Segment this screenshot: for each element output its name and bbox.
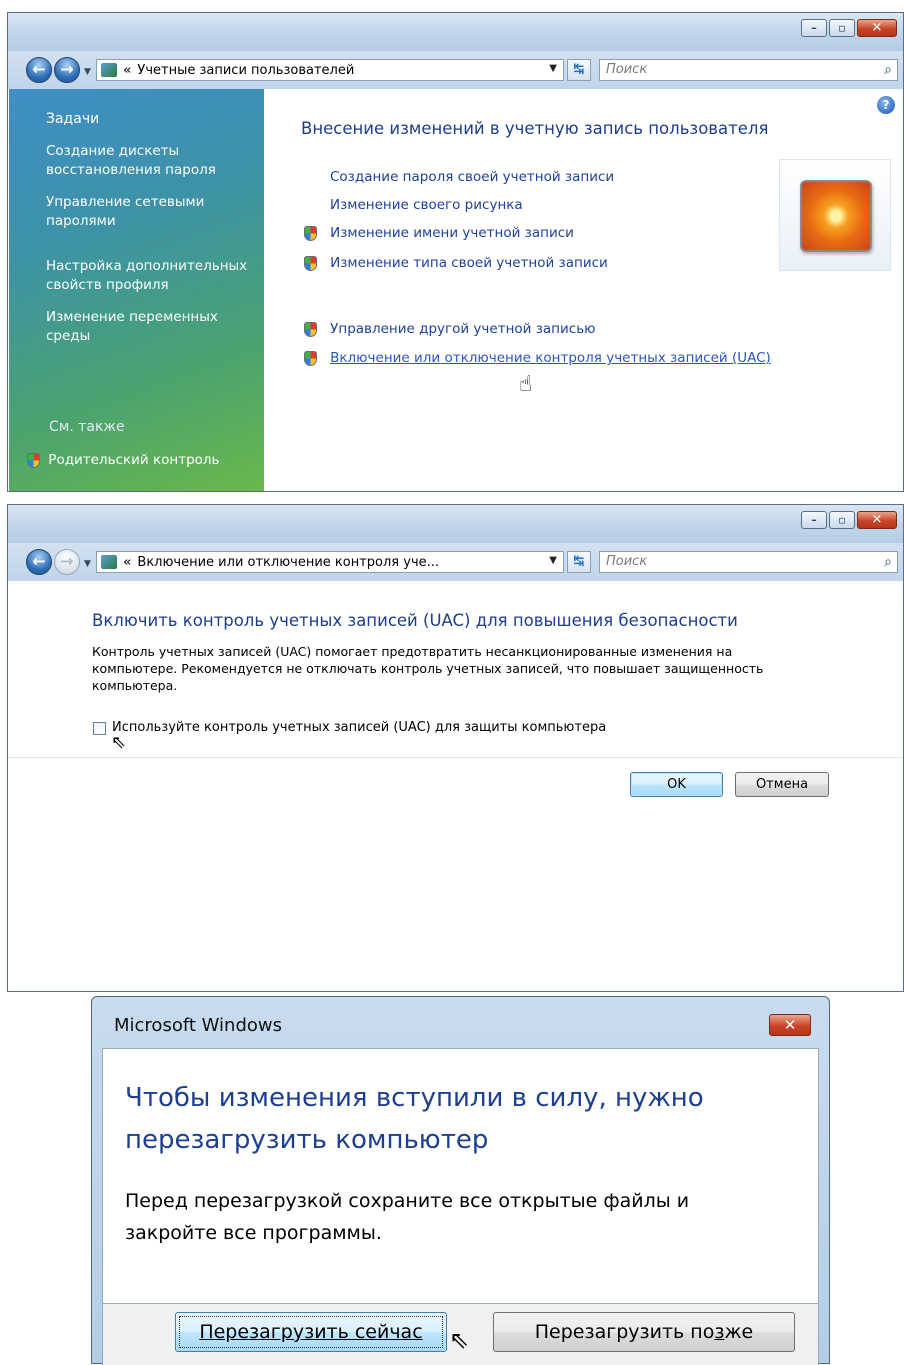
close-icon: ✕	[871, 512, 883, 528]
sidebar-task-environment-variables[interactable]: Изменение переменных среды	[46, 308, 231, 346]
forward-button[interactable]: →	[54, 549, 80, 575]
title-bar[interactable]: – ▫ ✕	[8, 505, 903, 543]
address-bar[interactable]: « Включение или отключение контроля уче.…	[96, 551, 564, 573]
user-accounts-window: – ▫ ✕ ← → ▼ « Учетные записи пользовател…	[7, 12, 904, 492]
hand-cursor-icon: ☝	[519, 372, 533, 397]
back-button[interactable]: ←	[26, 57, 52, 83]
uac-shield-icon	[304, 256, 317, 271]
maximize-icon: ▫	[838, 21, 846, 35]
dialog-body: Чтобы изменения вступили в силу, нужно п…	[102, 1048, 819, 1304]
forward-arrow-icon: →	[60, 551, 74, 571]
close-button[interactable]: ✕	[769, 1014, 811, 1036]
search-icon[interactable]: ⌕	[884, 552, 892, 572]
tasks-heading: Задачи	[46, 111, 100, 127]
recent-pages-dropdown-icon[interactable]: ▼	[84, 559, 91, 569]
restart-dialog: Microsoft Windows ✕ Чтобы изменения всту…	[91, 996, 830, 1365]
uac-shield-icon	[304, 351, 317, 366]
close-button[interactable]: ✕	[857, 511, 897, 529]
sidebar-task-profile-properties[interactable]: Настройка дополнительных свойств профиля	[46, 257, 261, 295]
uac-settings-window: – ▫ ✕ ← → ▼ « Включение или отключение к…	[7, 504, 904, 992]
link-change-name[interactable]: Изменение имени учетной записи	[330, 225, 574, 241]
uac-shield-icon	[27, 452, 40, 468]
link-row-change-type: Изменение типа своей учетной записи	[304, 255, 608, 271]
see-also-heading: См. также	[49, 419, 125, 435]
dialog-title: Microsoft Windows	[114, 1015, 282, 1036]
minimize-button[interactable]: –	[801, 19, 827, 37]
refresh-button[interactable]: ↹	[567, 551, 591, 573]
help-icon[interactable]: ?	[877, 96, 895, 114]
window-controls: – ▫ ✕	[801, 511, 897, 529]
page-title: Включить контроль учетных записей (UAC) …	[92, 611, 738, 630]
title-bar[interactable]: – ▫ ✕	[8, 13, 903, 51]
refresh-icon: ↹	[573, 554, 585, 569]
divider	[8, 757, 903, 758]
maximize-button[interactable]: ▫	[829, 19, 855, 37]
arrow-cursor-icon: ⇖	[449, 1326, 470, 1354]
search-icon[interactable]: ⌕	[884, 60, 892, 80]
address-bar[interactable]: « Учетные записи пользователей ▼	[96, 59, 564, 81]
user-accounts-icon	[101, 555, 117, 569]
back-arrow-icon: ←	[32, 59, 46, 79]
content-text: Перед перезагрузкой сохраните все открыт…	[125, 1190, 690, 1244]
search-input[interactable]: Поиск ⌕	[599, 551, 898, 573]
link-toggle-uac[interactable]: Включение или отключение контроля учетны…	[330, 350, 771, 366]
restart-now-button[interactable]: Перезагрузить сейчас	[175, 1312, 447, 1352]
recent-pages-dropdown-icon[interactable]: ▼	[84, 67, 91, 77]
refresh-button[interactable]: ↹	[567, 59, 591, 81]
address-text: Включение или отключение контроля уче...	[137, 554, 440, 570]
minimize-icon: –	[811, 21, 817, 35]
uac-checkbox[interactable]	[93, 722, 106, 735]
navigation-bar: ← → ▼ « Учетные записи пользователей ▼ ↹…	[8, 51, 903, 89]
cancel-button[interactable]: Отмена	[735, 772, 829, 797]
arrow-cursor-icon: ⇖	[111, 732, 127, 753]
navigation-bar: ← → ▼ « Включение или отключение контрол…	[8, 543, 903, 581]
address-text: Учетные записи пользователей	[137, 62, 355, 78]
breadcrumb-overflow-icon[interactable]: «	[123, 63, 131, 78]
window-controls: – ▫ ✕	[801, 19, 897, 37]
address-dropdown-icon[interactable]: ▼	[549, 63, 557, 74]
sidebar-task-password-reset-disk[interactable]: Создание дискеты восстановления пароля	[46, 142, 236, 180]
close-button[interactable]: ✕	[857, 19, 897, 37]
uac-shield-icon	[304, 226, 317, 241]
refresh-icon: ↹	[573, 62, 585, 77]
link-change-account-type[interactable]: Изменение типа своей учетной записи	[330, 255, 608, 271]
sidebar-task-network-passwords[interactable]: Управление сетевыми паролями	[46, 193, 216, 231]
close-icon: ✕	[783, 1016, 797, 1034]
link-row-toggle-uac: Включение или отключение контроля учетны…	[304, 350, 771, 366]
link-row-change-name: Изменение имени учетной записи	[304, 225, 574, 241]
breadcrumb-overflow-icon[interactable]: «	[123, 555, 131, 570]
account-picture-frame	[779, 159, 891, 271]
maximize-icon: ▫	[838, 513, 846, 527]
minimize-button[interactable]: –	[801, 511, 827, 529]
focus-rectangle	[179, 1316, 443, 1348]
minimize-icon: –	[811, 513, 817, 527]
description-text: Контроль учетных записей (UAC) помогает …	[92, 644, 764, 693]
search-input[interactable]: Поиск ⌕	[599, 59, 898, 81]
ok-button[interactable]: OK	[630, 772, 723, 797]
task-pane: Задачи Создание дискеты восстановления п…	[9, 89, 264, 491]
link-create-password[interactable]: Создание пароля своей учетной записи	[330, 169, 614, 185]
maximize-button[interactable]: ▫	[829, 511, 855, 529]
main-instruction: Чтобы изменения вступили в силу, нужно п…	[125, 1083, 704, 1155]
uac-shield-icon	[304, 322, 317, 337]
link-manage-another-account[interactable]: Управление другой учетной записью	[330, 321, 595, 337]
sidebar-item-parental-controls[interactable]: Родительский контроль	[27, 451, 220, 470]
uac-checkbox-label[interactable]: Используйте контроль учетных записей (UA…	[112, 720, 606, 735]
link-row-manage-other: Управление другой учетной записью	[304, 321, 596, 337]
user-accounts-icon	[101, 63, 117, 77]
restart-later-button[interactable]: Перезагрузить позже	[493, 1312, 795, 1352]
link-change-picture[interactable]: Изменение своего рисунка	[330, 197, 523, 213]
forward-arrow-icon: →	[60, 59, 74, 79]
close-icon: ✕	[871, 20, 883, 36]
address-dropdown-icon[interactable]: ▼	[549, 555, 557, 566]
main-content: ? Внесение изменений в учетную запись по…	[264, 89, 903, 491]
account-picture[interactable]	[800, 180, 872, 252]
page-title: Внесение изменений в учетную запись поль…	[301, 119, 769, 138]
back-button[interactable]: ←	[26, 549, 52, 575]
main-content: Включить контроль учетных записей (UAC) …	[8, 581, 903, 991]
back-arrow-icon: ←	[32, 551, 46, 571]
forward-button[interactable]: →	[54, 57, 80, 83]
